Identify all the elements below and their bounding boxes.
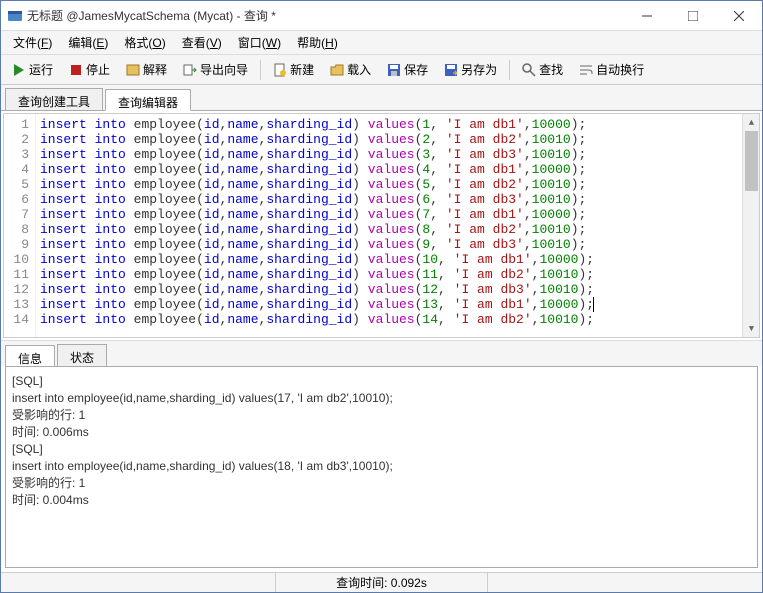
window-title: 无标题 @JamesMycatSchema (Mycat) - 查询 * <box>27 7 624 24</box>
menu-edit[interactable]: 编辑(E) <box>60 32 116 53</box>
tab-state[interactable]: 状态 <box>57 344 107 366</box>
code-area[interactable]: insert into employee(id,name,sharding_id… <box>36 114 759 337</box>
save-icon <box>387 63 401 77</box>
output-line: 受影响的行: 1 <box>12 407 751 424</box>
output-panel[interactable]: [SQL] insert into employee(id,name,shard… <box>5 366 758 568</box>
scroll-thumb[interactable] <box>745 131 758 191</box>
maximize-button[interactable] <box>670 1 716 31</box>
play-icon <box>12 63 26 77</box>
output-line: insert into employee(id,name,sharding_id… <box>12 458 751 475</box>
save-button[interactable]: 保存 <box>380 57 435 82</box>
statusbar: 查询时间: 0.092s <box>1 572 762 592</box>
output-line: insert into employee(id,name,sharding_id… <box>12 390 751 407</box>
menu-window[interactable]: 窗口(W) <box>230 32 289 53</box>
load-icon <box>330 63 344 77</box>
output-line: [SQL] <box>12 373 751 390</box>
toolbar-separator <box>260 60 261 80</box>
new-icon <box>273 63 287 77</box>
menu-help[interactable]: 帮助(H) <box>289 32 346 53</box>
titlebar: 无标题 @JamesMycatSchema (Mycat) - 查询 * <box>1 1 762 31</box>
output-tabs: 信息 状态 <box>1 340 762 366</box>
menu-format[interactable]: 格式(O) <box>116 32 173 53</box>
wrap-button[interactable]: 自动换行 <box>572 57 651 82</box>
export-wizard-button[interactable]: 导出向导 <box>176 57 255 82</box>
output-line: 受影响的行: 1 <box>12 475 751 492</box>
app-icon <box>7 8 23 24</box>
minimize-button[interactable] <box>624 1 670 31</box>
tab-query-editor[interactable]: 查询编辑器 <box>105 89 191 111</box>
scroll-up-icon[interactable]: ▲ <box>743 114 760 131</box>
tab-info[interactable]: 信息 <box>5 345 55 367</box>
save-as-button[interactable]: 另存为 <box>437 57 504 82</box>
scroll-down-icon[interactable]: ▼ <box>743 320 760 337</box>
output-line: 时间: 0.006ms <box>12 424 751 441</box>
vertical-scrollbar[interactable]: ▲ ▼ <box>742 114 759 337</box>
status-query-time: 查询时间: 0.092s <box>275 573 488 592</box>
line-gutter: 1234567891011121314 <box>4 114 36 337</box>
menu-view[interactable]: 查看(V) <box>174 32 230 53</box>
explain-icon <box>126 63 140 77</box>
export-icon <box>183 63 197 77</box>
toolbar-separator <box>509 60 510 80</box>
close-button[interactable] <box>716 1 762 31</box>
new-button[interactable]: 新建 <box>266 57 321 82</box>
search-icon <box>522 63 536 77</box>
stop-button[interactable]: 停止 <box>62 57 117 82</box>
main-tabs: 查询创建工具 查询编辑器 <box>1 85 762 111</box>
explain-button[interactable]: 解释 <box>119 57 174 82</box>
toolbar: 运行 停止 解释 导出向导 新建 载入 保存 另存为 查找 自动换行 <box>1 55 762 85</box>
find-button[interactable]: 查找 <box>515 57 570 82</box>
output-line: 时间: 0.004ms <box>12 492 751 509</box>
load-button[interactable]: 载入 <box>323 57 378 82</box>
sql-editor[interactable]: 1234567891011121314 insert into employee… <box>3 113 760 338</box>
app-window: 无标题 @JamesMycatSchema (Mycat) - 查询 * 文件(… <box>0 0 763 593</box>
menu-file[interactable]: 文件(F) <box>5 32 60 53</box>
menubar: 文件(F) 编辑(E) 格式(O) 查看(V) 窗口(W) 帮助(H) <box>1 31 762 55</box>
run-button[interactable]: 运行 <box>5 57 60 82</box>
output-line: [SQL] <box>12 441 751 458</box>
stop-icon <box>69 63 83 77</box>
save-as-icon <box>444 63 458 77</box>
wrap-icon <box>579 63 593 77</box>
tab-query-builder[interactable]: 查询创建工具 <box>5 88 103 110</box>
